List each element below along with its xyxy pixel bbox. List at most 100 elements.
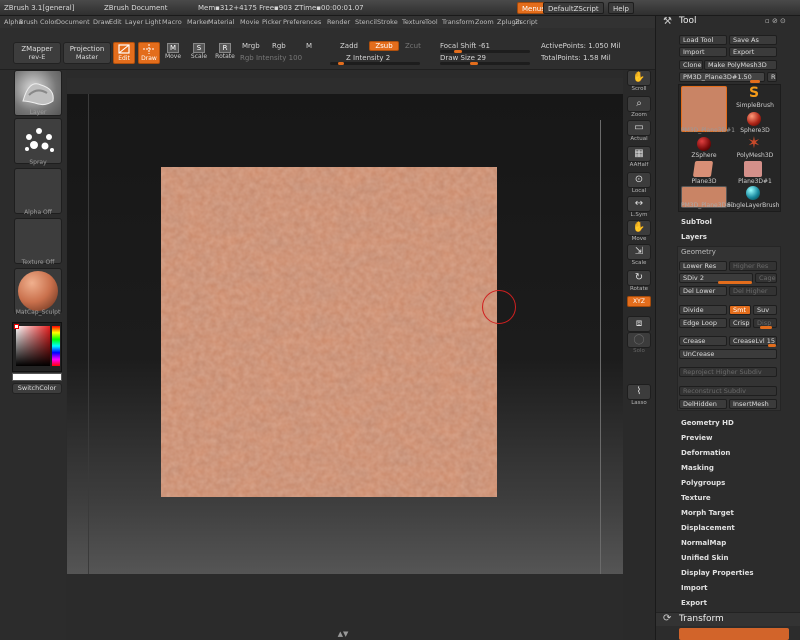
section-export[interactable]: Export (681, 599, 707, 607)
uncrease-button[interactable]: UnCrease (679, 349, 777, 359)
plane-mesh[interactable] (161, 167, 497, 497)
import-button[interactable]: Import (679, 47, 727, 57)
save-as-button[interactable]: Save As (729, 35, 777, 45)
menu-item-picker[interactable]: Picker (262, 18, 281, 26)
primary-color-swatch[interactable] (14, 324, 19, 329)
menu-item-transform[interactable]: Transform (442, 18, 474, 26)
focal-shift-slider[interactable]: Focal Shift -61 (440, 42, 490, 50)
menu-item-material[interactable]: Material (208, 18, 234, 26)
simplebrush-icon[interactable]: S (743, 86, 765, 100)
zoom-button[interactable]: ⌕ (627, 96, 651, 112)
lasso-button[interactable]: ⌇ (627, 384, 651, 400)
plane3d-icon[interactable] (692, 161, 714, 177)
tool-thumb-pm3d-plane-large[interactable] (681, 86, 727, 132)
section-masking[interactable]: Masking (681, 464, 714, 472)
frame-button[interactable]: ⧈ (627, 316, 651, 332)
section-geometry-hd[interactable]: Geometry HD (681, 419, 734, 427)
section-normalmap[interactable]: NormalMap (681, 539, 726, 547)
menu-item-layer[interactable]: Layer (125, 18, 143, 26)
zsub-button[interactable]: Zsub (369, 41, 399, 51)
cage-button[interactable]: Cage (755, 273, 777, 283)
rotate-button[interactable]: ↻ (627, 270, 651, 286)
draw-size-slider[interactable]: Draw Size 29 (440, 54, 486, 62)
edge-loop-button[interactable]: Edge Loop (679, 318, 727, 328)
menu-item-movie[interactable]: Movie (240, 18, 259, 26)
solo-button[interactable]: ◯ (627, 332, 651, 348)
aahalf-button[interactable]: ▦ (627, 146, 651, 162)
del-lower-button[interactable]: Del Lower (679, 286, 727, 296)
section-deformation[interactable]: Deformation (681, 449, 730, 457)
layers-section[interactable]: Layers (681, 233, 707, 241)
polymesh3d-star-icon[interactable]: ✶ (743, 135, 765, 151)
suv-toggle[interactable]: Suv (753, 305, 777, 315)
insertmesh-button[interactable]: InsertMesh (729, 399, 777, 409)
menu-item-zscript[interactable]: Zscript (515, 18, 538, 26)
del-higher-button[interactable]: Del Higher (729, 286, 777, 296)
menu-item-marker[interactable]: Marker (187, 18, 209, 26)
zsphere-icon[interactable] (697, 137, 711, 151)
load-tool-button[interactable]: Load Tool (679, 35, 727, 45)
menu-item-draw[interactable]: Draw (93, 18, 110, 26)
reconstruct-button[interactable]: Reconstruct Subdiv (679, 386, 777, 396)
menu-item-color[interactable]: Color (40, 18, 57, 26)
section-displacement[interactable]: Displacement (681, 524, 735, 532)
subtool-section[interactable]: SubTool (681, 218, 712, 226)
creaselvl-handle[interactable] (768, 344, 776, 347)
focal-shift-handle[interactable] (454, 50, 462, 53)
section-import[interactable]: Import (681, 584, 708, 592)
menu-item-macro[interactable]: Macro (162, 18, 182, 26)
z-intensity-handle[interactable] (338, 62, 344, 65)
sphere3d-icon[interactable] (747, 112, 761, 126)
bottom-expand-icon[interactable]: ▲▼ (333, 630, 353, 638)
zmapper-button[interactable]: ZMapper rev-E (13, 42, 61, 64)
zcut-button[interactable]: Zcut (405, 42, 421, 50)
draw-size-handle[interactable] (470, 62, 478, 65)
help-button[interactable]: Help (608, 2, 634, 14)
move-button[interactable]: M Move (164, 42, 182, 64)
clone-button[interactable]: Clone (679, 60, 703, 70)
menu-item-stencil[interactable]: Stencil (355, 18, 377, 26)
divide-button[interactable]: Divide (679, 305, 727, 315)
edit-button[interactable]: Edit (113, 42, 135, 64)
color-gradient-square[interactable] (16, 326, 50, 366)
switch-color-button[interactable]: SwitchColor (12, 383, 62, 394)
l-sym-button[interactable]: ↔ (627, 196, 651, 212)
transform-palette-header[interactable] (656, 612, 800, 626)
section-display-properties[interactable]: Display Properties (681, 569, 754, 577)
section-morph-target[interactable]: Morph Target (681, 509, 734, 517)
scroll-button[interactable]: ✋ (627, 70, 651, 86)
move-button[interactable]: ✋ (627, 220, 651, 236)
delhidden-button[interactable]: DelHidden (679, 399, 727, 409)
secondary-color-swatch[interactable] (12, 373, 62, 381)
section-preview[interactable]: Preview (681, 434, 713, 442)
menu-item-zoom[interactable]: Zoom (475, 18, 494, 26)
z-intensity-slider[interactable]: Z Intensity 2 (346, 54, 390, 62)
menu-item-preferences[interactable]: Preferences (283, 18, 321, 26)
texture-thumbnail[interactable] (14, 218, 62, 264)
current-tool-handle[interactable] (750, 80, 760, 83)
menu-item-tool[interactable]: Tool (425, 18, 438, 26)
actual-button[interactable]: ▭ (627, 120, 651, 136)
menu-item-render[interactable]: Render (327, 18, 350, 26)
rotate-button[interactable]: R Rotate (214, 42, 236, 64)
plane3d-1-icon[interactable] (744, 161, 762, 177)
draw-button[interactable]: Draw (138, 42, 160, 64)
transform-strip[interactable] (679, 628, 789, 640)
material-thumbnail[interactable] (14, 268, 62, 314)
projection-master-button[interactable]: Projection Master (63, 42, 111, 64)
rgb-intensity-slider[interactable]: Rgb Intensity 100 (240, 54, 302, 62)
color-picker[interactable] (12, 322, 62, 372)
section-unified-skin[interactable]: Unified Skin (681, 554, 729, 562)
section-texture[interactable]: Texture (681, 494, 711, 502)
scale-button[interactable]: ⇲ (627, 244, 651, 260)
tool-r-button[interactable]: R (767, 72, 777, 82)
smt-toggle[interactable]: Smt (729, 305, 751, 315)
draw-size-track[interactable] (440, 62, 530, 65)
hue-bar[interactable] (52, 326, 60, 366)
alpha-thumbnail[interactable] (14, 168, 62, 214)
singlelayerbrush-icon[interactable] (746, 186, 760, 200)
menu-item-edit[interactable]: Edit (109, 18, 122, 26)
local-button[interactable]: ⊙ (627, 172, 651, 188)
menu-item-brush[interactable]: Brush (19, 18, 38, 26)
scale-button[interactable]: S Scale (190, 42, 208, 64)
